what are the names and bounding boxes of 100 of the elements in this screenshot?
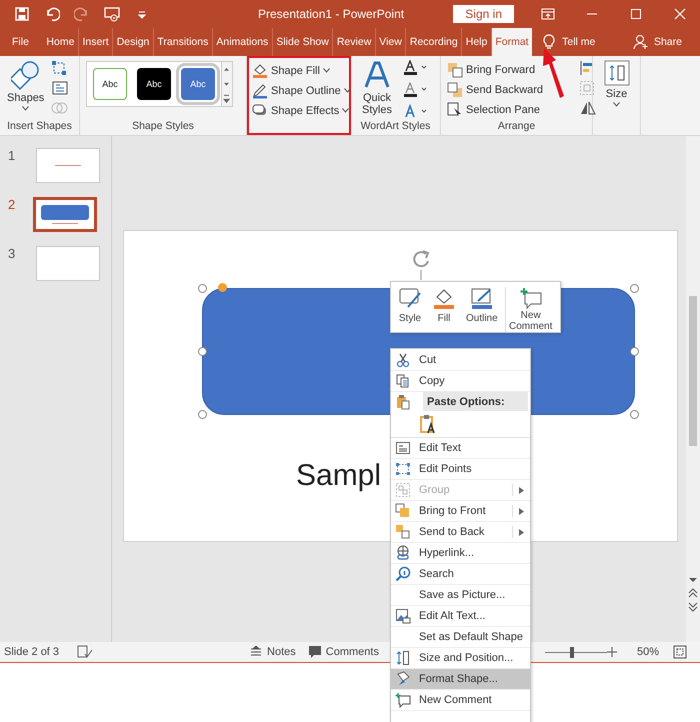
send-backward-icon (447, 82, 463, 98)
slide-thumbnail[interactable] (36, 148, 100, 183)
accessibility-check-icon[interactable] (77, 645, 94, 659)
shapes-button[interactable]: Shapes (4, 60, 48, 111)
style-swatch[interactable]: Abc (181, 68, 215, 100)
slide-thumbnail[interactable] (36, 246, 100, 281)
text-outline-icon[interactable] (403, 82, 429, 98)
bring-front-icon (395, 503, 411, 519)
rotate-icon[interactable] (579, 100, 598, 116)
resize-handle[interactable] (198, 284, 207, 293)
fit-slide-icon[interactable] (673, 645, 688, 659)
size-button[interactable]: Size (600, 60, 632, 107)
resize-handle[interactable] (630, 410, 639, 419)
save-icon[interactable] (14, 6, 30, 22)
style-swatch[interactable]: Abc (93, 68, 127, 100)
menu-item[interactable]: Edit Alt Text... (391, 606, 530, 627)
mini-toolbar-button[interactable]: Fill (429, 287, 459, 324)
next-slide-icon[interactable] (688, 602, 698, 612)
ribbon-command[interactable]: Bring Forward (447, 60, 544, 79)
shapes-icon (10, 60, 41, 90)
style-swatch[interactable]: Abc (137, 68, 171, 100)
notes-button[interactable]: Notes (243, 646, 302, 658)
dropdown-caret-icon (322, 68, 330, 73)
edit-points-icon (395, 461, 411, 477)
share-button[interactable]: Share (626, 28, 688, 56)
ribbon-command[interactable]: Send Backward (447, 80, 544, 99)
dropdown-caret-icon (613, 102, 620, 107)
menu-item[interactable]: New Comment (391, 690, 530, 711)
zoom-level[interactable]: 50% (636, 646, 660, 658)
ribbon-command[interactable]: Shape Outline (252, 81, 349, 100)
group-label: Insert Shapes (6, 120, 73, 134)
tell-me-search[interactable]: Tell me (562, 36, 596, 48)
slide-number: 1 (8, 148, 16, 163)
submenu-arrow-icon (519, 528, 524, 536)
comment-icon (308, 645, 322, 659)
close-icon[interactable] (672, 6, 688, 22)
paint-brush-icon (395, 671, 411, 687)
globe-link-icon (395, 545, 411, 561)
mini-toolbar-button[interactable]: New Comment (504, 287, 553, 332)
ribbon-tab[interactable]: Format (492, 28, 532, 56)
menu-item[interactable]: Set as Default Shape (391, 627, 530, 648)
lightbulb-icon (542, 34, 556, 50)
zoom-in-icon[interactable] (606, 647, 617, 657)
sign-in-button[interactable]: Sign in (453, 5, 514, 23)
wordart-a-icon (362, 60, 392, 90)
slide-counter: Slide 2 of 3 (4, 646, 60, 658)
menu-item[interactable]: Send to Back (391, 522, 530, 543)
size-position-icon (395, 650, 411, 666)
ribbon-command[interactable]: Shape Fill (252, 61, 349, 80)
size-icon (604, 60, 630, 86)
adjust-handle[interactable] (218, 283, 227, 292)
resize-handle[interactable] (198, 410, 207, 419)
undo-icon[interactable] (44, 6, 60, 22)
paint-bucket-icon (252, 62, 268, 78)
resize-handle[interactable] (198, 347, 207, 356)
mini-toolbar-button[interactable]: Outline (463, 287, 501, 324)
text-fill-icon[interactable] (403, 60, 429, 76)
menu-item[interactable]: Search (391, 564, 530, 585)
ribbon-command[interactable]: Shape Effects (252, 101, 349, 120)
vertical-scrollbar[interactable] (686, 136, 700, 642)
paste-keep-text-icon[interactable] (419, 414, 437, 434)
slide-number: 2 (8, 197, 16, 212)
scroll-down-icon[interactable] (688, 576, 698, 584)
pencil-icon (470, 287, 494, 309)
menu-item[interactable]: Bring to Front (391, 501, 530, 522)
menu-item[interactable]: Format Shape... (391, 669, 530, 690)
slide-thumbnail[interactable] (33, 197, 97, 232)
presenter-icon[interactable] (104, 6, 120, 22)
copy-icon (395, 373, 411, 389)
text-effects-icon[interactable] (403, 104, 429, 120)
menu-item[interactable]: Hyperlink... (391, 543, 530, 564)
comment-add-icon (518, 287, 543, 309)
bring-forward-icon (447, 62, 463, 78)
clipboard-icon (395, 394, 411, 410)
resize-handle[interactable] (630, 347, 639, 356)
quick-styles-button[interactable]: Quick Styles (357, 60, 397, 116)
ribbon-command[interactable]: Selection Pane (447, 100, 544, 119)
dropdown-caret-icon (22, 106, 30, 111)
group-icon (395, 482, 411, 498)
mini-toolbar-button[interactable]: Style (395, 287, 425, 324)
menu-item[interactable]: Edit Text (391, 438, 530, 459)
submenu-arrow-icon (519, 486, 524, 494)
ribbon-tab[interactable]: Slide Show (272, 28, 334, 56)
menu-item[interactable]: Save as Picture... (391, 585, 530, 606)
ribbon-tab[interactable]: File (0, 28, 43, 56)
group-label: WordArt Styles (360, 120, 432, 134)
scrollbar-thumb[interactable] (689, 296, 697, 446)
resize-handle[interactable] (630, 284, 639, 293)
comments-button[interactable]: Comments (302, 645, 385, 659)
slide-number: 3 (8, 246, 16, 261)
previous-slide-icon[interactable] (688, 588, 698, 598)
slide-text: Sampl (296, 459, 382, 493)
person-add-icon (632, 34, 649, 50)
menu-item[interactable]: Cut (391, 350, 530, 371)
comment-add-icon (395, 692, 411, 708)
maximize-icon[interactable] (628, 6, 644, 22)
picture-icon (395, 608, 411, 624)
paint-bucket-icon (432, 287, 456, 309)
ribbon-display-icon[interactable] (540, 6, 556, 22)
menu-item[interactable]: Edit Points (391, 459, 530, 480)
